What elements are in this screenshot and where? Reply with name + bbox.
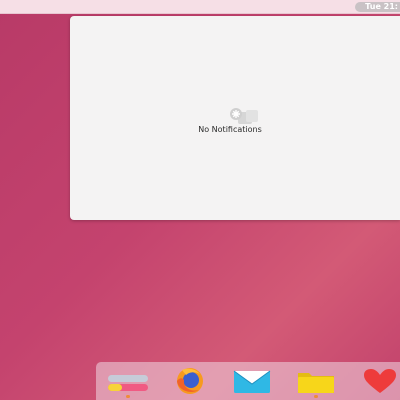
- mail-icon: [233, 370, 271, 393]
- dock-item-settings[interactable]: [106, 366, 150, 398]
- dock-item-favorites[interactable]: [358, 366, 400, 396]
- dock-item-firefox[interactable]: [168, 366, 212, 396]
- dock-item-mail[interactable]: [230, 366, 274, 396]
- notification-panel: No Notifications: [70, 16, 400, 220]
- running-indicator: [314, 395, 318, 398]
- firefox-icon: [177, 368, 203, 394]
- running-indicator: [126, 395, 130, 398]
- dock-item-files[interactable]: [294, 366, 338, 398]
- dock: [96, 362, 400, 400]
- clock[interactable]: Tue 21:: [355, 2, 400, 12]
- no-notifications-label: No Notifications: [198, 125, 262, 134]
- settings-toggle-icon: [108, 375, 148, 391]
- heart-icon: [364, 369, 396, 393]
- top-bar: Tue 21:: [0, 0, 400, 14]
- folder-icon: [298, 373, 334, 393]
- notification-bell-icon: [230, 108, 258, 124]
